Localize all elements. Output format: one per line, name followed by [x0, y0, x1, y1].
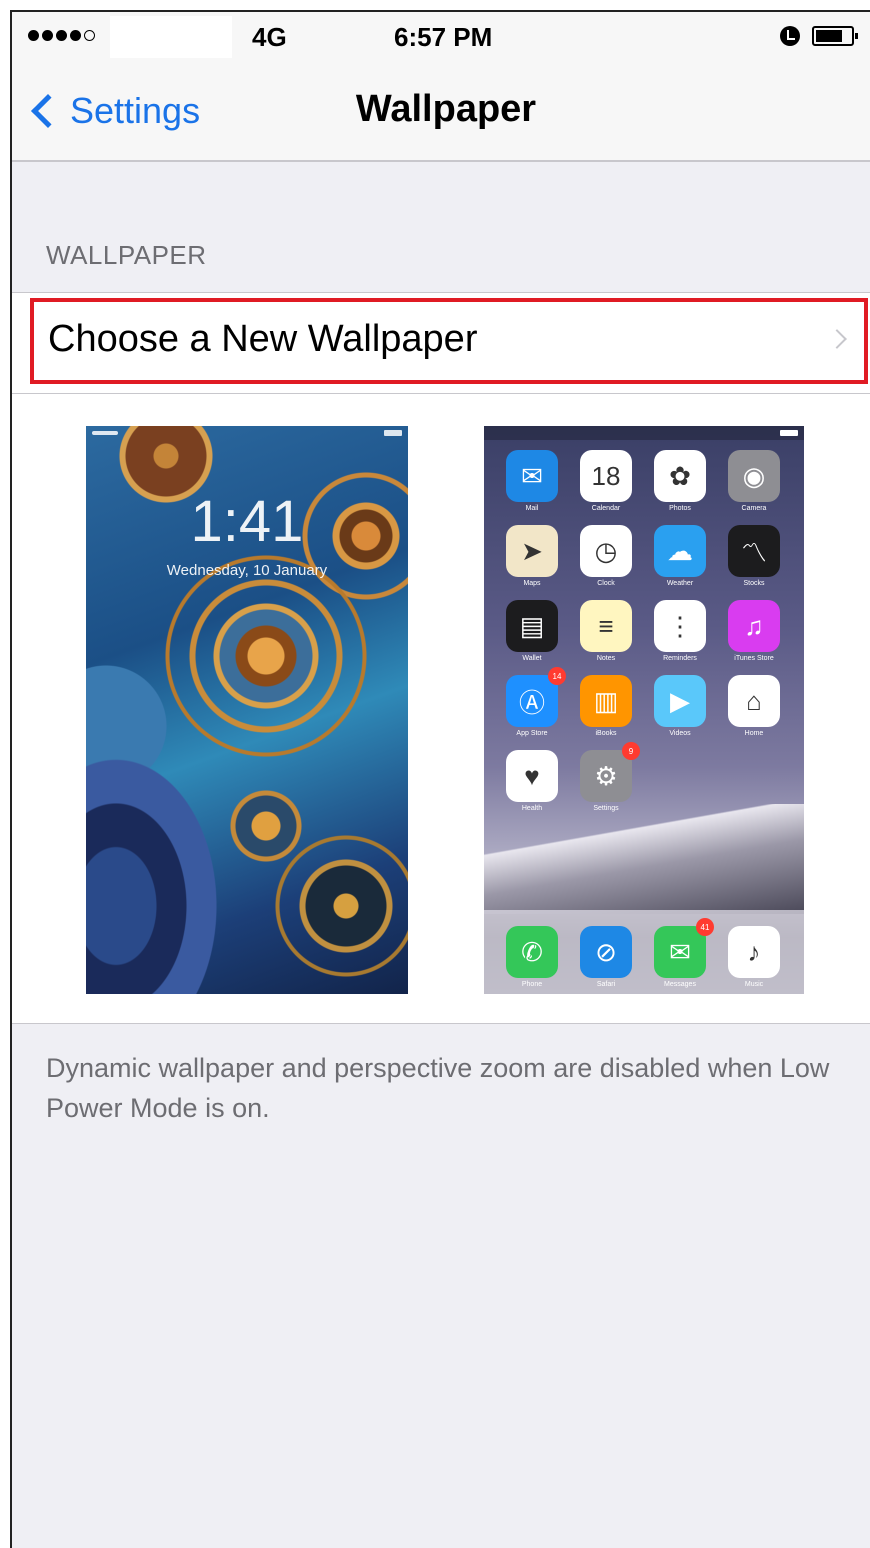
home-screen-preview[interactable]: ✉ Mail 18 Calendar ✿ Photos ◉ Camera ➤ Maps ◷ Clock…	[484, 426, 804, 994]
app-label: Notes	[596, 655, 616, 662]
navigation-bar: Settings Wallpaper	[12, 62, 870, 162]
maps-icon: ➤	[506, 525, 558, 577]
app-label: Clock	[597, 580, 615, 587]
app-label: App Store	[516, 730, 548, 737]
home-preview-status-bar	[484, 426, 804, 440]
alarm-icon	[780, 26, 800, 46]
lock-preview-time: 1:41	[190, 489, 304, 554]
lock-preview-date: Wednesday, 10 January	[166, 562, 328, 579]
status-time: 6:57 PM	[394, 22, 493, 52]
lock-screen-preview[interactable]: 1:41 Wednesday, 10 January	[86, 426, 408, 994]
wallet-icon: ▤	[506, 600, 558, 652]
section-header: WALLPAPER	[46, 240, 207, 270]
app-label: Reminders	[663, 655, 697, 662]
battery-icon	[812, 26, 858, 46]
weather-icon: ☁	[654, 525, 706, 577]
clock-icon: ◷	[580, 525, 632, 577]
wallpaper-settings-screen: 4G 6:57 PM Settings Wallpaper WALLPAPER …	[10, 10, 870, 1548]
app-label: iBooks	[595, 730, 617, 737]
photos-icon: ✿	[654, 450, 706, 502]
itunes-store-icon: ♫	[728, 600, 780, 652]
app-label: Music	[744, 981, 764, 988]
carrier-redaction	[110, 16, 232, 58]
app-label: Camera	[741, 505, 767, 512]
notes-icon: ≡	[580, 600, 632, 652]
videos-icon: ▶	[654, 675, 706, 727]
mail-icon: ✉	[506, 450, 558, 502]
phone-icon: ✆	[506, 926, 558, 978]
app-label: iTunes Store	[734, 655, 774, 662]
camera-icon: ◉	[728, 450, 780, 502]
lock-preview-status-bar	[86, 426, 408, 440]
app-label: Messages	[664, 981, 696, 988]
app-label: Stocks	[743, 580, 765, 587]
notification-badge: 41	[696, 918, 714, 936]
app-label: Videos	[669, 730, 691, 737]
app-label: Home	[744, 730, 764, 737]
network-type: 4G	[252, 22, 287, 52]
stocks-icon: 〽	[728, 525, 780, 577]
mountain-backdrop	[484, 804, 804, 914]
page-title: Wallpaper	[355, 88, 537, 130]
status-bar: 4G 6:57 PM	[12, 12, 870, 62]
app-label: Safari	[596, 981, 616, 988]
notification-badge: 9	[622, 742, 640, 760]
app-label: Maps	[523, 580, 541, 587]
music-icon: ♪	[728, 926, 780, 978]
ibooks-icon: ▥	[580, 675, 632, 727]
health-icon: ♥	[506, 750, 558, 802]
calendar-icon: 18	[580, 450, 632, 502]
home-app-icon: ⌂	[728, 675, 780, 727]
highlight-box	[30, 298, 868, 384]
low-power-note: Dynamic wallpaper and perspective zoom a…	[46, 1053, 830, 1123]
app-label: Weather	[666, 580, 694, 587]
notification-badge: 14	[548, 667, 566, 685]
app-label: Wallet	[522, 655, 542, 662]
app-label: Photos	[669, 505, 691, 512]
reminders-icon: ⋮	[654, 600, 706, 652]
app-label: Calendar	[591, 505, 621, 512]
safari-icon: ⊘	[580, 926, 632, 978]
app-label: Mail	[525, 505, 539, 512]
app-label: Health	[521, 805, 543, 812]
app-label: Phone	[521, 981, 543, 988]
app-label: Settings	[593, 805, 619, 812]
signal-dots-icon	[28, 30, 95, 41]
